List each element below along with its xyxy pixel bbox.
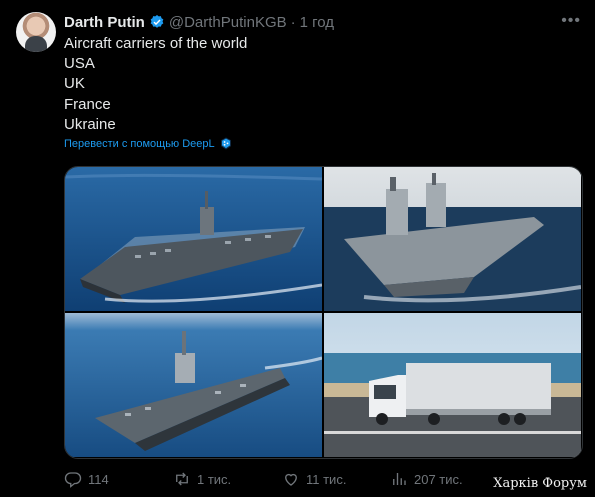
author-handle[interactable]: @DarthPutinKGB: [169, 14, 287, 31]
views-count: 207 тис.: [414, 471, 463, 487]
translate-label[interactable]: Перевести с помощью DeepL: [64, 138, 215, 150]
retweet-icon: [176, 472, 188, 486]
more-dots-icon[interactable]: •••: [561, 12, 581, 30]
ukraine-truck-image[interactable]: [324, 313, 581, 457]
deepl-icon: [220, 137, 231, 150]
like-count: 11 тис.: [306, 471, 347, 487]
like-button[interactable]: 11 тис.: [282, 470, 346, 488]
truck-illustration: [324, 313, 581, 457]
uk-carrier-image[interactable]: [324, 167, 581, 311]
views-button[interactable]: 207 тис.: [390, 470, 463, 488]
tweet-line-usa: USA: [64, 55, 95, 73]
france-carrier-image[interactable]: [65, 313, 322, 457]
verified-badge-icon: [150, 15, 164, 28]
translate-link[interactable]: Перевести с помощью DeepL: [64, 137, 232, 150]
views-icon: [393, 473, 406, 485]
reply-icon: [64, 472, 82, 488]
tweet-line-ukraine: Ukraine: [64, 115, 116, 133]
tweet-line-title: Aircraft carriers of the world: [64, 35, 248, 52]
heart-icon: [285, 473, 297, 486]
tweet-line-uk: UK: [64, 75, 85, 93]
watermark: Харків Форум: [493, 476, 587, 491]
reply-count: 114: [88, 471, 109, 487]
reply-button[interactable]: 114: [64, 470, 109, 488]
author-name[interactable]: Darth Putin: [64, 14, 145, 31]
usa-carrier-illustration: [65, 167, 322, 311]
uk-carrier-illustration: [324, 167, 581, 311]
retweet-button[interactable]: 1 тис.: [173, 470, 231, 488]
media-grid: [64, 166, 583, 459]
tweet-line-france: France: [64, 95, 111, 113]
retweet-count: 1 тис.: [197, 471, 232, 487]
tweet-text: Aircraft carriers of the world USA UK Fr…: [64, 34, 247, 135]
france-carrier-illustration: [65, 313, 322, 457]
usa-carrier-image[interactable]: [65, 167, 322, 311]
avatar[interactable]: [16, 12, 56, 52]
timestamp[interactable]: 1 год: [300, 14, 334, 31]
tweet-header: Darth Putin @DarthPutinKGB · 1 год: [64, 13, 334, 31]
separator-dot: ·: [290, 13, 296, 31]
